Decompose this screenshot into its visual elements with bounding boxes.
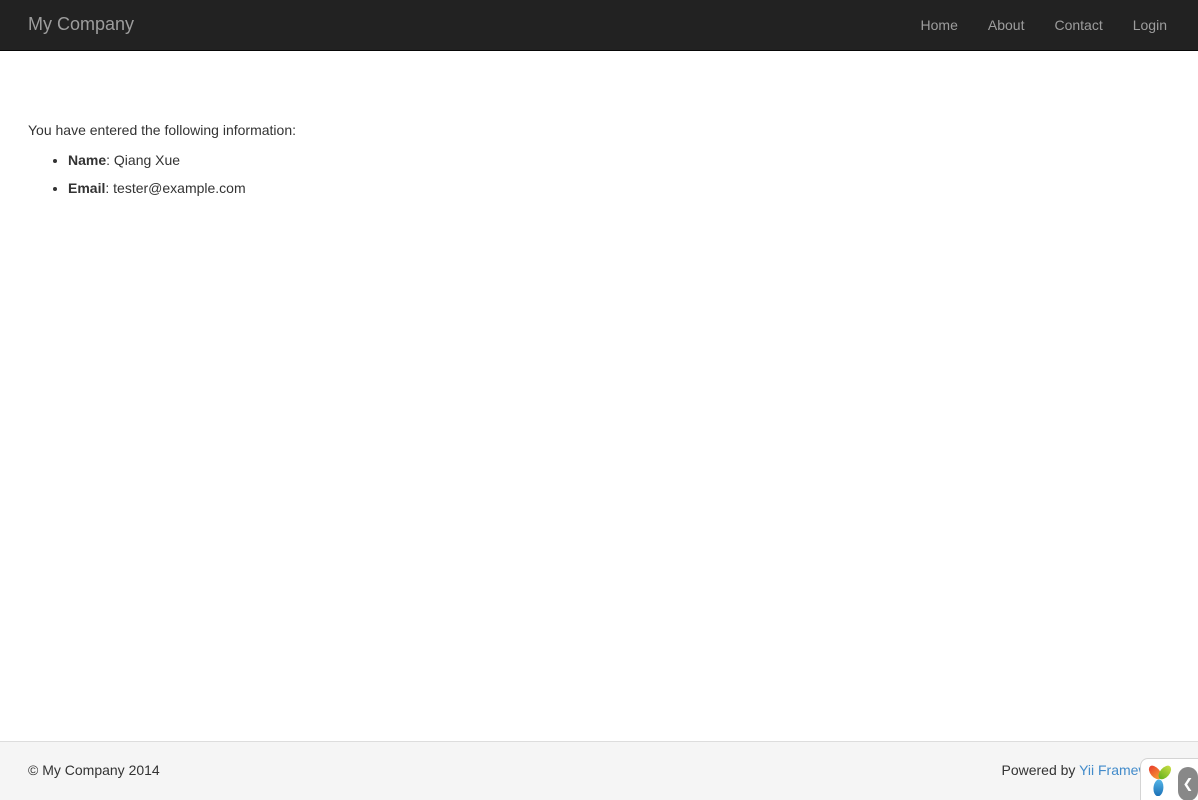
navbar-link[interactable]: Login bbox=[1118, 0, 1182, 50]
navbar-item: About bbox=[973, 0, 1040, 50]
debug-toolbar: ❮ bbox=[1140, 758, 1198, 800]
list-item: Email: tester@example.com bbox=[68, 179, 1170, 199]
navbar-brand[interactable]: My Company bbox=[28, 12, 134, 38]
copyright-text: © My Company 2014 bbox=[28, 761, 160, 781]
navbar-link[interactable]: Contact bbox=[1039, 0, 1117, 50]
page: My Company Home About Contact Login bbox=[0, 0, 1198, 800]
navbar-item: Contact bbox=[1039, 0, 1117, 50]
navbar: My Company Home About Contact Login bbox=[0, 0, 1198, 51]
navbar-link[interactable]: Home bbox=[906, 0, 973, 50]
intro-text: You have entered the following informati… bbox=[28, 121, 1170, 141]
powered-by-text: Powered by bbox=[1001, 762, 1079, 778]
chevron-left-icon: ❮ bbox=[1183, 778, 1194, 791]
list-item: Name: Qiang Xue bbox=[68, 151, 1170, 171]
field-value: tester@example.com bbox=[113, 180, 245, 196]
field-label: Name bbox=[68, 152, 106, 168]
navbar-link[interactable]: About bbox=[973, 0, 1040, 50]
field-separator: : bbox=[105, 180, 113, 196]
navbar-item: Login bbox=[1118, 0, 1182, 50]
yii-logo-icon[interactable] bbox=[1145, 764, 1175, 800]
field-label: Email bbox=[68, 180, 105, 196]
main-content: You have entered the following informati… bbox=[0, 51, 1198, 199]
footer: © My Company 2014 Powered by Yii Framewo… bbox=[0, 741, 1198, 800]
field-value: Qiang Xue bbox=[114, 152, 180, 168]
field-separator: : bbox=[106, 152, 114, 168]
debug-toolbar-toggle-button[interactable]: ❮ bbox=[1178, 767, 1198, 800]
navbar-menu: Home About Contact Login bbox=[906, 0, 1182, 50]
navbar-item: Home bbox=[906, 0, 973, 50]
info-list: Name: Qiang Xue Email: tester@example.co… bbox=[28, 151, 1170, 199]
